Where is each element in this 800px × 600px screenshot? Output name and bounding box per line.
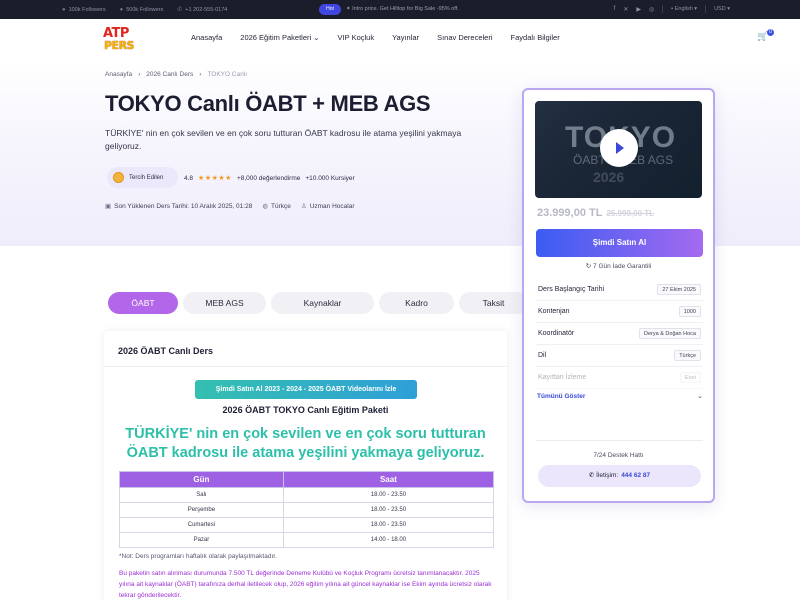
purchase-card: TOKYO ÖABT + MEB AGS 2026 23.999,00 TL25… xyxy=(522,88,715,503)
rating-summary: 4.8 ★★★★★ +8,000 değerlendirme +10.000 K… xyxy=(184,174,355,183)
breadcrumb-current: TOKYO Canlı xyxy=(207,71,248,78)
divider xyxy=(536,440,703,441)
facebook-link-icon[interactable]: f xyxy=(614,6,616,12)
star-rating-icon: ★★★★★ xyxy=(198,175,232,182)
package-info-text: Bu paketin satın alınması durumunda 7.50… xyxy=(119,570,492,599)
nav-egitim-paketleri[interactable]: 2026 Eğitim Paketleri ⌄ xyxy=(240,33,319,42)
chevron-down-icon[interactable]: ⌄ xyxy=(697,392,703,400)
old-price: 25.999,00 TL xyxy=(606,209,655,218)
info-row: Koordinatör Derya & Doğan Hoca xyxy=(536,323,703,345)
tab-oabt[interactable]: ÖABT xyxy=(108,292,178,314)
course-meta: ▣ Son Yüklenen Ders Tarihi: 10 Aralık 202… xyxy=(105,202,355,211)
last-updated: Son Yüklenen Ders Tarihi: 10 Aralık 2025… xyxy=(114,202,253,210)
review-count: +8,000 değerlendirme xyxy=(236,174,301,182)
instagram-link-icon[interactable]: ◎ xyxy=(649,6,654,13)
price: 23.999,00 TL 25.999,00 TL xyxy=(537,207,654,219)
tab-taksit[interactable]: Taksit xyxy=(459,292,528,314)
tab-kadro[interactable]: Kadro xyxy=(379,292,454,314)
info-row: Dil Türkçe xyxy=(536,345,703,367)
buy-now-button[interactable]: Şimdi Satın Al xyxy=(536,229,703,257)
phone[interactable]: ✆ +1 202-555-0174 xyxy=(177,6,227,14)
followers-2[interactable]: ● 500k Followers xyxy=(120,6,164,13)
breadcrumb-separator-icon: › xyxy=(199,71,202,78)
main-nav: Anasayfa 2026 Eğitim Paketleri ⌄ VIP Koç… xyxy=(191,33,560,42)
tab-meb-ags[interactable]: MEB AGS xyxy=(183,292,266,314)
contact-button[interactable]: ✆ İletişim: 444 62 87 xyxy=(538,465,701,487)
table-row: Salı 18.00 - 23.50 xyxy=(119,487,495,503)
page-subtitle: TÜRKİYE' nin en çok sevilen ve en çok so… xyxy=(105,128,462,151)
medal-icon xyxy=(113,172,124,183)
tab-kaynaklar[interactable]: Kaynaklar xyxy=(271,292,374,314)
breadcrumb-home[interactable]: Anasayfa xyxy=(105,71,132,78)
rating-value: 4.8 xyxy=(184,174,194,182)
current-price: 23.999,00 TL xyxy=(537,207,603,219)
watch-videos-button[interactable]: Şimdi Satın Al 2023 - 2024 - 2025 ÖABT V… xyxy=(195,380,417,399)
support-line-label: 7/24 Destek Hattı xyxy=(593,452,644,459)
refresh-icon: ↻ xyxy=(585,263,594,270)
nav-yayinlar[interactable]: Yayınlar xyxy=(392,33,419,42)
package-title: 2026 ÖABT TOKYO Canlı Eğitim Paketi xyxy=(222,405,389,415)
followers-1[interactable]: ● 100k Followers xyxy=(62,6,106,13)
site-header: ATP PERS Anasayfa 2026 Eğitim Paketleri … xyxy=(0,19,800,59)
preferred-badge: Tercih Edilen xyxy=(107,167,178,188)
play-icon[interactable] xyxy=(600,129,638,167)
user-icon: ♙ xyxy=(300,203,307,210)
cart-count-badge: 0 xyxy=(767,29,774,36)
column-header-day: Gün xyxy=(119,471,284,488)
breadcrumb-separator-icon: › xyxy=(138,71,141,78)
currency-select[interactable]: USD ▾ xyxy=(714,6,730,12)
instructors: Uzman Hocalar xyxy=(309,202,355,210)
globe-icon: ◍ xyxy=(262,203,268,210)
top-bar: ● 100k Followers ● 500k Followers ✆ +1 202-… xyxy=(0,0,800,19)
twitter-link-icon[interactable]: ✕ xyxy=(623,6,628,13)
instagram-icon: ● xyxy=(119,6,124,13)
table-row: Perşembe 18.00 - 23.50 xyxy=(119,502,495,518)
video-watermark: 2026 xyxy=(593,169,625,185)
column-header-time: Saat xyxy=(282,471,495,488)
info-row: Kayıttan İzleme Evet xyxy=(536,367,703,389)
phone-icon: ✆ xyxy=(177,7,183,13)
info-row: Kontenjan 1000 xyxy=(536,301,703,323)
course-info-list: Ders Başlangıç Tarihi 27 Ekim 2025 Konten… xyxy=(536,279,703,389)
nav-faydali-bilgiler[interactable]: Faydalı Bilgiler xyxy=(511,33,560,42)
nav-anasayfa[interactable]: Anasayfa xyxy=(191,33,222,42)
promo-badge: Hot xyxy=(319,4,341,15)
nav-vip-kocluk[interactable]: VIP Koçluk xyxy=(338,33,375,42)
divider xyxy=(104,366,507,367)
breadcrumb-category[interactable]: 2026 Canlı Ders xyxy=(146,71,193,78)
info-row: Ders Başlangıç Tarihi 27 Ekim 2025 xyxy=(536,279,703,301)
preview-video[interactable]: TOKYO ÖABT + MEB AGS 2026 xyxy=(535,101,702,198)
show-all-button[interactable]: Tümünü Göster xyxy=(537,393,585,400)
nav-sinav-dereceleri[interactable]: Sınav Dereceleri xyxy=(437,33,492,42)
tagline: TÜRKİYE' nin en çok sevilen ve en çok so… xyxy=(125,426,486,461)
table-row: Cumartesi 18.00 - 23.50 xyxy=(119,517,495,533)
schedule-note: *Not: Ders programları haftalık olarak p… xyxy=(119,553,277,560)
schedule-table: Gün Saat Salı 18.00 - 23.50 Perşembe 18.00… xyxy=(119,471,495,548)
promo-text[interactable]: ✦ Intro price. Get Hilltop for Big Sale … xyxy=(346,6,459,12)
table-row: Pazar 14.00 - 18.00 xyxy=(119,532,495,548)
course-language: Türkçe xyxy=(271,202,291,210)
refund-guarantee: ↻ 7 Gün İade Garantili xyxy=(585,263,652,270)
content-tabs: ÖABT MEB AGS Kaynaklar Kadro Taksit xyxy=(108,292,528,314)
course-content-card: 2026 ÖABT Canlı Ders Şimdi Satın Al 2023… xyxy=(104,331,507,600)
divider xyxy=(662,5,664,13)
student-count: +10.000 Kursiyer xyxy=(305,174,355,182)
logo[interactable]: ATP PERS xyxy=(103,26,137,54)
card-title: 2026 ÖABT Canlı Ders xyxy=(118,346,214,356)
facebook-icon: ● xyxy=(62,6,66,13)
page-title: TOKYO Canlı ÖABT + MEB AGS xyxy=(105,91,431,116)
calendar-icon: ▣ xyxy=(105,203,112,210)
chevron-down-icon: ⌄ xyxy=(311,33,320,42)
breadcrumb: Anasayfa › 2026 Canlı Ders › TOKYO Canlı xyxy=(105,71,247,78)
youtube-link-icon[interactable]: ▶ xyxy=(636,6,641,13)
divider xyxy=(705,5,707,13)
language-select[interactable]: ▪ English ▾ xyxy=(671,6,697,12)
